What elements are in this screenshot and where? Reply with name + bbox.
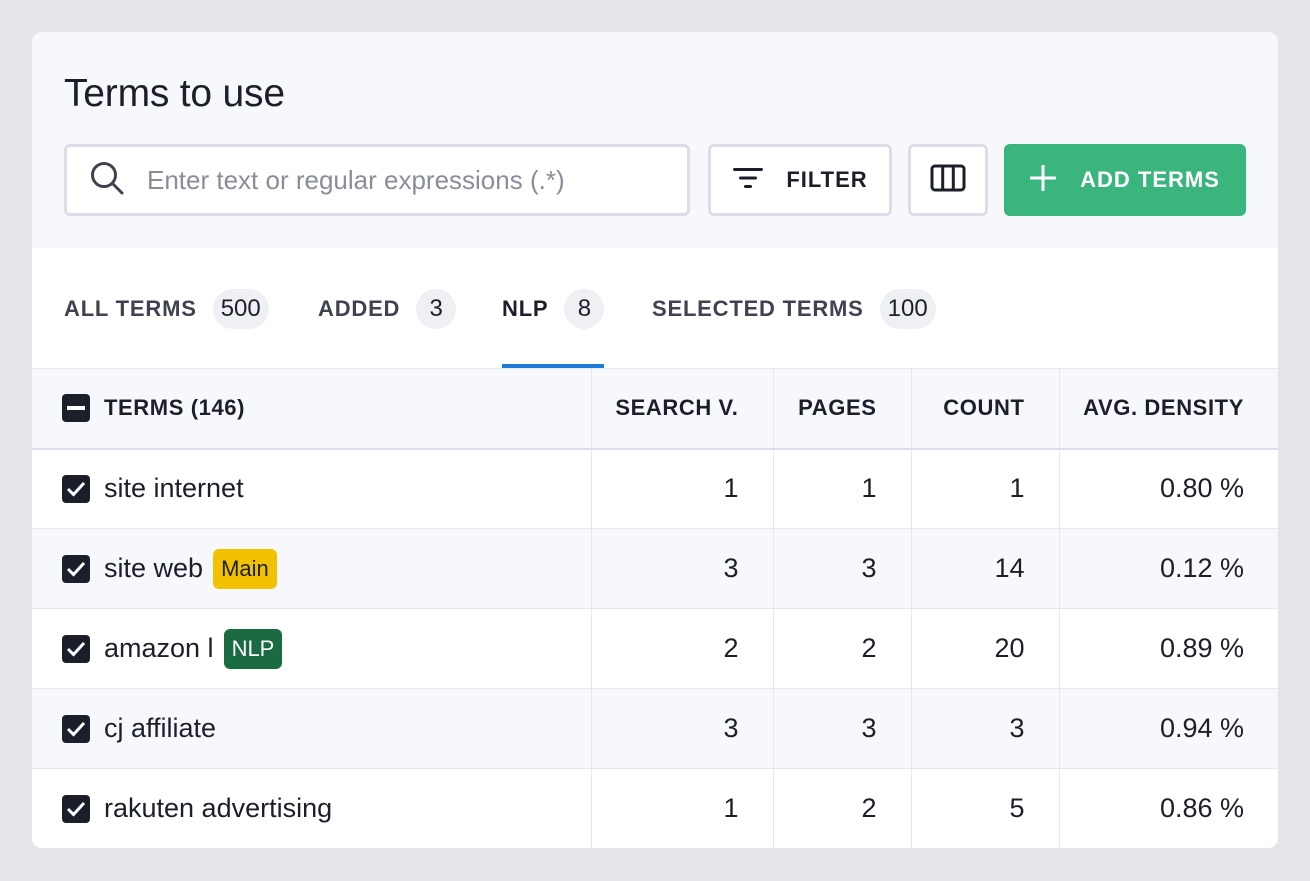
count-cell: 1 <box>911 448 1060 529</box>
table-row: site internet 1 1 1 0.80 % <box>32 448 1278 529</box>
terms-table: TERMS (146) SEARCH V. PAGES COUNT AVG. D… <box>32 368 1278 848</box>
search-volume-cell: 2 <box>591 608 774 689</box>
count-badge: 500 <box>212 289 269 329</box>
tab-label: NLP <box>502 296 549 321</box>
main-tag: Main <box>213 548 277 589</box>
term-name: cj affiliate <box>104 713 217 743</box>
select-all-checkbox[interactable] <box>62 394 90 423</box>
nlp-tag: NLP <box>223 628 283 669</box>
avg-density-cell: 0.86 % <box>1159 793 1244 823</box>
columns-button[interactable] <box>908 144 988 216</box>
filter-button[interactable]: FILTER <box>708 144 892 216</box>
search-volume-cell: 1 <box>591 448 774 529</box>
term-cell: site web Main <box>32 528 592 609</box>
tab-bar: ALL TERMS 500 ADDED 3 NLP 8 SELECTED TER… <box>32 248 1278 368</box>
pages-cell: 2 <box>773 768 912 848</box>
term-name: rakuten advertising <box>104 793 333 823</box>
column-header-terms[interactable]: TERMS (146) <box>32 368 592 449</box>
row-checkbox[interactable] <box>62 554 90 583</box>
column-header-label: TERMS (146) <box>104 395 246 421</box>
tab-label: ALL TERMS <box>64 296 197 321</box>
avg-density-cell: 0.94 % <box>1159 713 1244 743</box>
avg-density-cell: 0.80 % <box>1159 473 1244 504</box>
row-checkbox[interactable] <box>62 634 90 663</box>
row-checkbox[interactable] <box>62 714 90 743</box>
pages-cell: 2 <box>773 608 912 689</box>
term-name: amazon l <box>104 633 214 663</box>
count-badge: 100 <box>879 289 936 329</box>
term-cell: amazon l NLP <box>32 608 592 689</box>
avg-density-cell: 0.89 % <box>1159 633 1244 663</box>
filter-icon <box>732 166 764 195</box>
search-volume-cell: 3 <box>591 528 774 609</box>
row-checkbox[interactable] <box>62 474 90 503</box>
search-volume-cell: 3 <box>591 688 774 769</box>
add-terms-label: ADD TERMS <box>1080 167 1220 192</box>
row-checkbox[interactable] <box>62 794 90 823</box>
columns-icon <box>930 164 966 197</box>
terms-panel: Terms to use FILTER <box>32 32 1278 848</box>
column-header-count[interactable]: COUNT <box>911 368 1060 449</box>
pages-cell: 3 <box>773 528 912 609</box>
tab-label: SELECTED TERMS <box>652 296 864 321</box>
count-cell: 14 <box>911 528 1060 609</box>
count-cell: 5 <box>911 768 1060 848</box>
column-header-pages[interactable]: PAGES <box>773 368 912 449</box>
column-header-search-volume[interactable]: SEARCH V. <box>591 368 774 449</box>
table-row: amazon l NLP 2 2 20 0.89 % <box>32 608 1278 689</box>
count-badge: 3 <box>416 289 457 329</box>
tab-label: ADDED <box>318 296 401 321</box>
plus-icon <box>1029 164 1057 196</box>
table-row: cj affiliate 3 3 3 0.94 % <box>32 688 1278 769</box>
search-input[interactable] <box>147 164 647 196</box>
pages-cell: 1 <box>773 448 912 529</box>
pages-cell: 3 <box>773 688 912 769</box>
avg-density-cell: 0.12 % <box>1159 553 1244 583</box>
count-cell: 20 <box>911 608 1060 689</box>
add-terms-button[interactable]: ADD TERMS <box>1004 144 1246 216</box>
search-icon <box>89 160 125 201</box>
search-volume-cell: 1 <box>591 768 774 848</box>
page-title: Terms to use <box>64 72 285 115</box>
table-header-row: TERMS (146) SEARCH V. PAGES COUNT AVG. D… <box>32 368 1278 449</box>
count-badge: 8 <box>564 289 605 329</box>
table-row: site web Main 3 3 14 0.12 % <box>32 528 1278 609</box>
term-name: site internet <box>104 473 244 504</box>
term-name: site web <box>104 553 204 583</box>
filter-label: FILTER <box>786 167 868 192</box>
search-box[interactable] <box>64 144 690 216</box>
term-cell: site internet <box>32 448 592 529</box>
table-row: rakuten advertising 1 2 5 0.86 % <box>32 768 1278 848</box>
panel-header: Terms to use FILTER <box>32 32 1278 248</box>
column-header-avg-density[interactable]: AVG. DENSITY <box>1059 369 1278 449</box>
term-cell: rakuten advertising <box>32 768 592 848</box>
term-cell: cj affiliate <box>32 688 592 769</box>
count-cell: 3 <box>911 688 1060 769</box>
